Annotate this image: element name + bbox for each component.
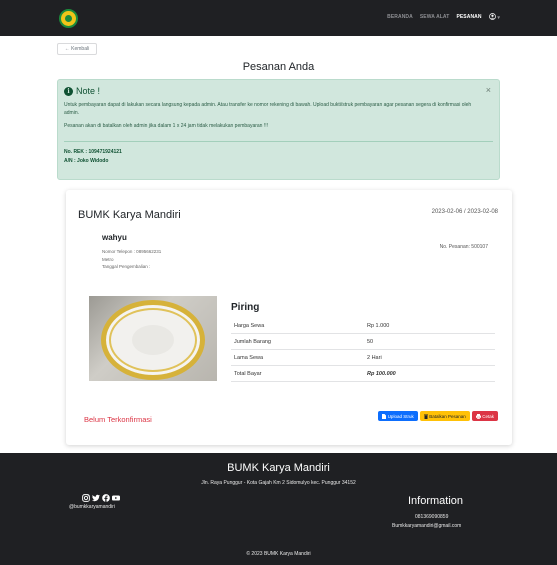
alert-title: Note ! [76,86,101,96]
plate-illustration [101,300,205,380]
close-icon[interactable]: × [486,85,491,95]
upload-receipt-button[interactable]: Upload Struk [378,411,418,421]
facebook-icon[interactable] [102,494,110,502]
bank-info: No. REK : 109471924121 A/N : Joko Widodo [64,148,122,166]
row-label: Lama Sewa [234,355,264,361]
table-row: Lama Sewa 2 Hari [231,350,495,366]
info-icon: i [64,86,73,96]
alert-message: Untuk pembayaran dapat di lakukan secara… [64,102,472,116]
return-date: Tanggal Pengembalian : [102,264,151,269]
chevron-down-icon: ▾ [497,15,500,21]
row-value: 50 [367,339,374,345]
user-menu[interactable]: ▾ [488,13,500,21]
order-number: No. Pesanan: 500107 [439,244,488,250]
order-card: BUMK Karya Mandiri 2023-02-06 / 2023-02-… [66,190,512,445]
order-status: Belum Terkonfirmasi [84,415,152,424]
brand-logo-icon[interactable] [59,9,78,28]
product-image [89,296,217,381]
account-number: No. REK : 109471924121 [64,149,122,155]
nav-link-sewa-alat[interactable]: SEWA ALAT [420,14,450,20]
trash-icon [423,414,428,419]
account-name: A/N : Joko Widodo [64,158,109,164]
customer-city: Metro [102,256,114,262]
row-value-total: Rp 100.000 [367,371,396,377]
customer-name: wahyu [102,233,127,242]
row-label: Harga Sewa [234,323,265,329]
alert-divider [64,141,493,142]
social-handle[interactable]: @bumkkaryamandiri [69,504,115,510]
twitter-icon[interactable] [92,494,100,502]
cancel-order-button[interactable]: Batalkan Pesanan [419,411,470,421]
table-row: Total Bayar Rp 100.000 [231,366,495,382]
footer-info-title: Information [408,495,464,507]
product-name: Piring [231,302,260,313]
social-links [82,494,120,502]
back-label: ← Kembali [64,46,90,52]
print-button[interactable]: Cetak [471,411,498,421]
customer-phone: Nomor Telepon : 0895662231 [102,249,162,254]
footer-phone: 081369090859 [415,514,449,520]
nav-link-beranda[interactable]: BERANDA [387,14,413,20]
cancel-order-label: Batalkan Pesanan [429,413,466,419]
rental-date-range: 2023-02-06 / 2023-02-08 [431,209,498,215]
payment-note-alert: i Note ! × Untuk pembayaran dapat di lak… [57,79,500,180]
printer-icon [475,413,481,419]
footer-title: BUMK Karya Mandiri [227,462,330,474]
table-row: Harga Sewa Rp 1.000 [231,318,495,334]
youtube-icon[interactable] [112,494,120,502]
footer-email[interactable]: Bumkkaryamandiri@gmail.com [392,523,461,529]
row-label: Jumlah Barang [234,339,271,345]
footer-address: Jln. Raya Punggur - Kota Gajah Km 2 Sido… [201,480,356,486]
page-title: Pesanan Anda [242,61,315,73]
nav-links: BERANDA SEWA ALAT PESANAN ▾ [387,13,500,21]
table-row: Jumlah Barang 50 [231,334,495,350]
order-info-table: Harga Sewa Rp 1.000 Jumlah Barang 50 Lam… [231,318,495,382]
shop-name: BUMK Karya Mandiri [78,209,181,221]
nav-link-pesanan[interactable]: PESANAN [456,14,481,20]
order-actions: Upload Struk Batalkan Pesanan Cetak [378,411,498,421]
navbar: BERANDA SEWA ALAT PESANAN ▾ [0,0,557,36]
user-circle-icon [488,13,496,20]
row-label: Total Bayar [234,371,262,377]
footer: BUMK Karya Mandiri Jln. Raya Punggur - K… [0,453,557,565]
file-icon [382,413,387,419]
row-value: Rp 1.000 [367,323,390,329]
alert-warning: Pesanan akan di batalkan oleh admin jika… [64,123,269,129]
upload-receipt-label: Upload Struk [387,413,414,419]
row-value: 2 Hari [367,355,382,361]
copyright: © 2023 BUMK Karya Mandiri [246,551,311,557]
back-button[interactable]: ← Kembali [57,43,97,55]
alert-header: i Note ! [64,86,100,96]
customer-meta: Nomor Telepon : 0895662231 Metro Tanggal… [102,248,161,271]
instagram-icon[interactable] [82,494,90,502]
print-label: Cetak [482,413,494,419]
